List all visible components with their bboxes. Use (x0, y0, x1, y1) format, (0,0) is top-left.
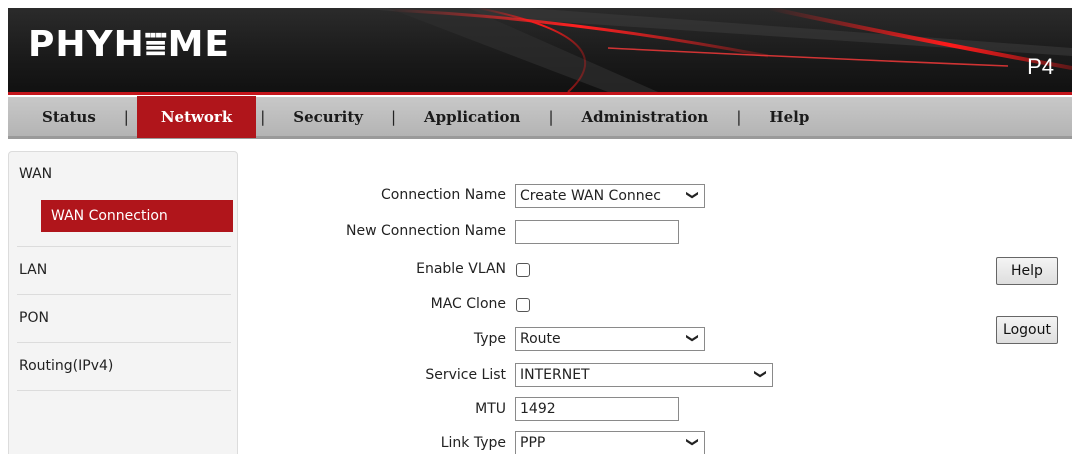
menu-help[interactable]: Help (745, 96, 833, 138)
menu-security[interactable]: Security (269, 96, 387, 138)
chevron-down-icon: ❯ (685, 436, 700, 448)
link-type-select[interactable]: PPP ❯ (515, 431, 705, 454)
sidebar-divider (17, 294, 231, 295)
top-menu: Status | Network | Security | Applicatio… (8, 95, 1072, 139)
type-select[interactable]: Route ❯ (515, 327, 705, 351)
sidebar-divider (17, 390, 231, 391)
brand-logo: PHYH⩸ME (28, 24, 231, 65)
mtu-input[interactable]: 1492 (515, 397, 679, 421)
new-connection-name-label: New Connection Name (346, 223, 506, 239)
type-label: Type (473, 331, 506, 347)
service-list-label: Service List (425, 367, 506, 383)
menu-separator: | (260, 107, 266, 126)
mac-clone-label: MAC Clone (430, 296, 506, 312)
chevron-down-icon: ❯ (685, 332, 700, 344)
model-label: P4 (1027, 54, 1054, 79)
sidebar-item-wan-connection[interactable]: WAN Connection (41, 200, 233, 232)
chevron-down-icon: ❯ (685, 189, 700, 201)
connection-name-label: Connection Name (381, 187, 506, 203)
sidebar-item-pon[interactable]: PON (19, 310, 49, 326)
menu-network[interactable]: Network (136, 95, 257, 138)
menu-separator: | (736, 107, 742, 126)
menu-application[interactable]: Application (400, 96, 544, 138)
enable-vlan-checkbox[interactable] (516, 263, 530, 277)
new-connection-name-input[interactable] (515, 220, 679, 244)
sidebar-item-routing[interactable]: Routing(IPv4) (19, 358, 113, 374)
sidebar-divider (17, 342, 231, 343)
menu-separator: | (390, 107, 397, 126)
menu-administration[interactable]: Administration (558, 96, 733, 138)
menu-separator: | (123, 107, 129, 126)
sidebar: WAN WAN Connection LAN PON Routing(IPv4) (8, 151, 238, 454)
logout-button[interactable]: Logout (996, 316, 1058, 344)
service-list-select[interactable]: INTERNET ❯ (515, 363, 773, 387)
link-type-value: PPP (520, 435, 546, 451)
header-banner: PHYH⩸ME P4 (8, 8, 1072, 92)
sidebar-item-lan[interactable]: LAN (19, 262, 47, 278)
sidebar-divider (17, 246, 231, 247)
connection-name-select[interactable]: Create WAN Connec ❯ (515, 184, 705, 208)
connection-name-value: Create WAN Connec (520, 188, 661, 204)
type-value: Route (520, 331, 561, 347)
menu-status[interactable]: Status (8, 96, 120, 138)
mac-clone-checkbox[interactable] (516, 298, 530, 312)
service-list-value: INTERNET (520, 367, 590, 383)
mtu-label: MTU (475, 401, 506, 417)
link-type-label: Link Type (440, 435, 506, 451)
sidebar-item-wan[interactable]: WAN (19, 166, 52, 182)
chevron-down-icon: ❯ (753, 368, 768, 380)
help-button[interactable]: Help (996, 257, 1058, 285)
enable-vlan-label: Enable VLAN (416, 261, 506, 277)
menu-separator: | (548, 107, 554, 126)
